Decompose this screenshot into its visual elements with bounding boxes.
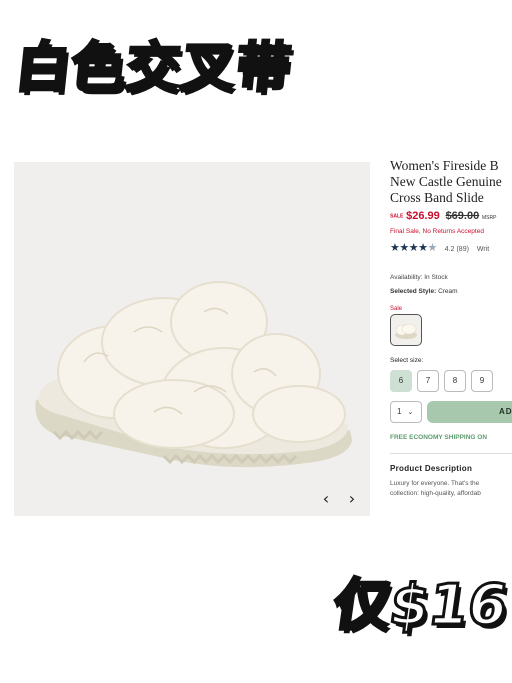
star-rating-icon: ★★★★★ bbox=[390, 242, 437, 254]
product-title-line-1: Women's Fireside B bbox=[390, 158, 499, 173]
style-swatch-cream[interactable] bbox=[390, 314, 422, 346]
size-option-6[interactable]: 6 bbox=[390, 370, 412, 392]
add-to-cart-button[interactable]: ADD bbox=[427, 401, 512, 423]
slipper-illustration bbox=[35, 281, 352, 468]
select-size-label: Select size: bbox=[390, 357, 424, 364]
description-heading: Product Description bbox=[390, 464, 473, 473]
price-row: SALE $26.99 $69.00 MSRP bbox=[390, 210, 512, 222]
selected-style: Selected Style: Cream bbox=[390, 288, 512, 295]
availability-value: In Stock bbox=[424, 274, 448, 281]
availability: Availability: In Stock bbox=[390, 274, 512, 281]
write-review-link[interactable]: Writ bbox=[477, 246, 489, 253]
swatch-sale-label: Sale bbox=[390, 306, 403, 312]
availability-label: Availability: bbox=[390, 274, 423, 281]
product-title-line-3: Cross Band Slide bbox=[390, 190, 484, 205]
previous-image-arrow-icon[interactable]: ‹ bbox=[316, 490, 336, 510]
next-image-arrow-icon[interactable]: › bbox=[342, 490, 362, 510]
chevron-down-icon: ⌄ bbox=[407, 409, 414, 416]
size-option-7[interactable]: 7 bbox=[417, 370, 439, 392]
size-selector: 6789 bbox=[390, 370, 512, 392]
sale-price: $26.99 bbox=[406, 210, 440, 222]
headline-overlay: 白色交叉带 bbox=[11, 35, 296, 101]
description-line-1: Luxury for everyone. That's the bbox=[390, 480, 480, 487]
size-option-9[interactable]: 9 bbox=[471, 370, 493, 392]
rating-value: 4.2 bbox=[444, 246, 455, 253]
sale-tag: SALE bbox=[390, 213, 404, 220]
rating-row[interactable]: ★★★★★ 4.2 (89) Writ bbox=[390, 241, 512, 254]
quantity-select[interactable]: 1 ⌄ bbox=[390, 401, 422, 423]
selected-style-label: Selected Style: bbox=[390, 288, 437, 295]
price-callout-overlay: 仅$16 bbox=[328, 572, 512, 640]
product-title-line-2: New Castle Genuine bbox=[390, 174, 502, 189]
selected-style-value: Cream bbox=[438, 288, 458, 295]
size-option-8[interactable]: 8 bbox=[444, 370, 466, 392]
msrp-label: MSRP bbox=[482, 215, 497, 221]
review-count[interactable]: (89) bbox=[456, 246, 468, 253]
final-sale-note: Final Sale, No Returns Accepted bbox=[390, 228, 484, 235]
divider bbox=[390, 453, 512, 454]
product-info-panel: Women's Fireside B New Castle Genuine Cr… bbox=[390, 158, 512, 518]
swatch-thumbnail-icon bbox=[395, 323, 417, 339]
original-price: $69.00 bbox=[445, 210, 480, 222]
description-line-2: collection: high-quality, affordab bbox=[390, 490, 481, 497]
quantity-value: 1 bbox=[397, 407, 402, 416]
cart-row: 1⌄ADD bbox=[390, 401, 512, 423]
shipping-banner: FREE ECONOMY SHIPPING ON bbox=[390, 434, 488, 441]
product-image bbox=[14, 162, 370, 516]
